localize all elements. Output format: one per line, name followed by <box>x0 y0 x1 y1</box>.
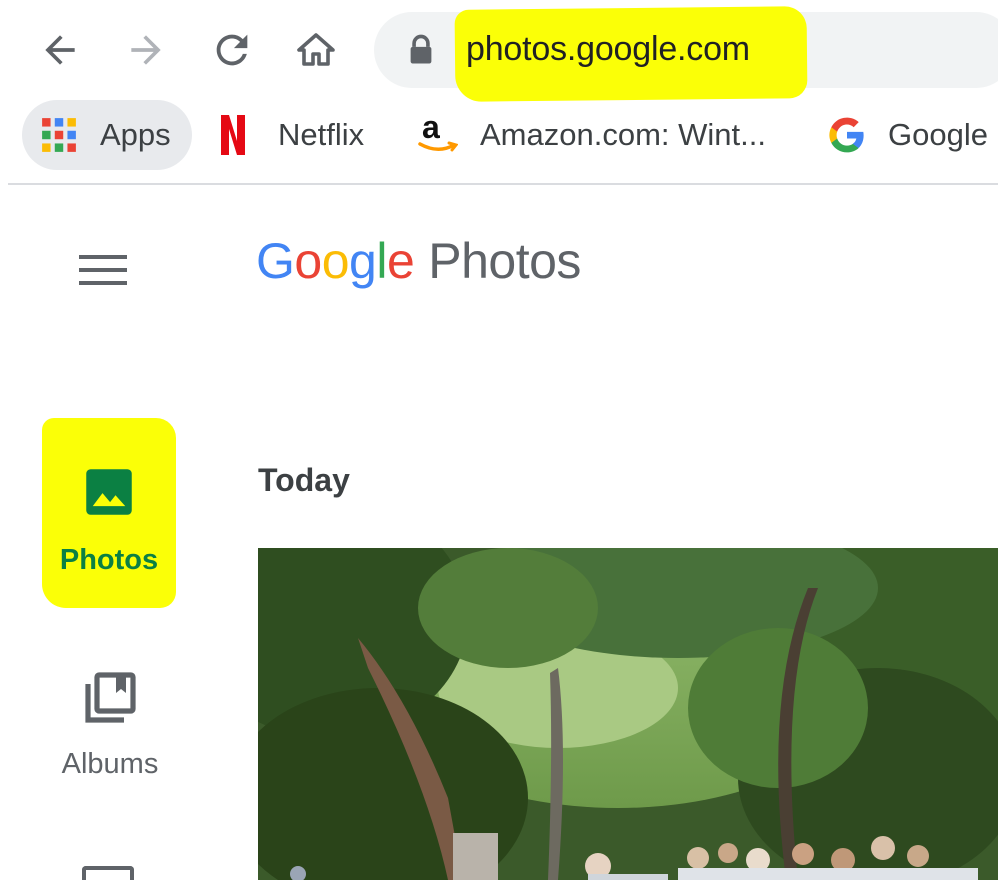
hamburger-menu-icon <box>79 255 127 285</box>
albums-icon <box>80 668 140 733</box>
bookmark-apps[interactable]: Apps <box>22 100 192 170</box>
home-button[interactable] <box>288 22 344 78</box>
bookmark-amazon[interactable]: a Amazon.com: Wint... <box>416 100 766 170</box>
bookmark-label: Apps <box>100 117 171 152</box>
photo-icon <box>83 466 135 523</box>
bookmark-google[interactable]: Google <box>828 100 988 170</box>
bookmark-label: Netflix <box>278 117 365 152</box>
logo-letter: G <box>256 233 295 289</box>
logo-letter: e <box>386 233 415 289</box>
apps-grid-icon <box>40 116 78 154</box>
logo-letter: l <box>376 233 387 289</box>
sidebar-item-photos[interactable]: Photos <box>42 440 176 590</box>
sidebar-item-partial-icon[interactable] <box>82 866 134 880</box>
amazon-icon: a <box>416 109 458 157</box>
forward-button[interactable] <box>118 22 174 78</box>
reload-button[interactable] <box>204 22 260 78</box>
lock-icon[interactable] <box>404 33 438 69</box>
back-button[interactable] <box>32 22 88 78</box>
main-menu-button[interactable] <box>68 240 138 300</box>
sidebar-item-label: Albums <box>61 748 159 780</box>
google-photos-logo[interactable]: Google Photos <box>256 232 581 290</box>
bookmark-label: Google <box>888 117 988 152</box>
url-text[interactable]: photos.google.com <box>466 30 750 69</box>
arrow-left-icon <box>45 35 75 65</box>
logo-letter: g <box>349 233 377 289</box>
photo-thumbnail[interactable] <box>258 548 998 880</box>
logo-product-name: Photos <box>428 233 581 289</box>
arrow-right-icon <box>131 35 161 65</box>
netflix-icon <box>218 113 248 157</box>
bookmark-label: Amazon.com: Wint... <box>480 117 766 152</box>
google-icon <box>828 116 866 154</box>
sidebar-item-label: Photos <box>59 544 159 576</box>
toolbar-divider <box>8 183 998 185</box>
sidebar-item-albums[interactable]: Albums <box>40 660 180 790</box>
logo-letter: o <box>321 233 350 289</box>
bookmark-netflix[interactable]: Netflix <box>218 100 364 170</box>
logo-letter: o <box>294 233 322 289</box>
home-icon <box>297 33 335 66</box>
reload-icon <box>216 34 248 66</box>
section-heading: Today <box>258 462 350 498</box>
